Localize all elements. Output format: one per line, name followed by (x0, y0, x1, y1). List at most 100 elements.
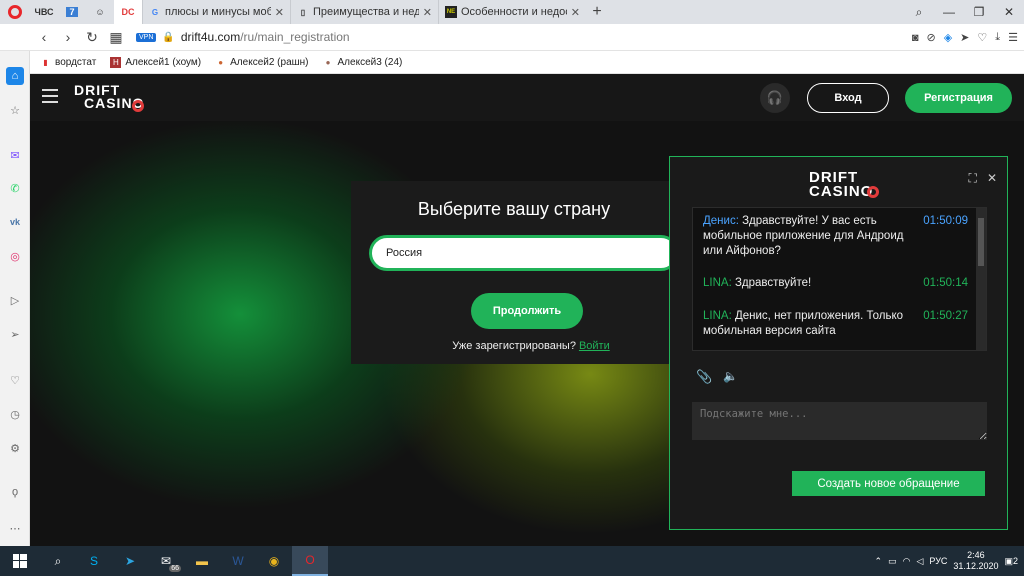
login-button[interactable]: Вход (807, 83, 889, 113)
chat-message: 01:50:09 Денис: Здравствуйте! У вас есть… (703, 215, 968, 257)
restore-icon[interactable]: ❐ (964, 5, 994, 19)
folder-icon[interactable]: ▬ (184, 546, 220, 576)
word-icon[interactable]: W (220, 546, 256, 576)
volume-icon[interactable]: ◁ (916, 556, 923, 567)
register-button[interactable]: Регистрация (905, 83, 1012, 113)
chevron-up-icon[interactable]: ⌃ (875, 556, 883, 567)
send-icon[interactable]: ➢ (6, 325, 24, 343)
menu-icon[interactable] (42, 89, 58, 103)
shield-icon[interactable]: ◈ (944, 31, 952, 44)
pinned-tab-4[interactable]: DC (114, 0, 142, 24)
mail-icon[interactable]: ✉ 66 (148, 546, 184, 576)
pinned-tab-1[interactable]: ЧВС (30, 0, 58, 24)
history-icon[interactable]: ◷ (6, 405, 24, 423)
windows-taskbar: ⌕ S ➤ ✉ 66 ▬ W ◉ O ⌃ ▭ ◠ ◁ РУС 2:46 31.12.… (0, 546, 1024, 576)
star-icon[interactable]: ☆ (6, 101, 24, 119)
chrome-icon[interactable]: ◉ (256, 546, 292, 576)
pinned-tab-2[interactable]: 7 (58, 0, 86, 24)
already-registered-text: Уже зарегистрированы? Войти (452, 340, 610, 352)
vk-icon[interactable]: vk (6, 213, 24, 231)
lock-icon[interactable]: 🔒 (162, 32, 174, 43)
continue-button[interactable]: Продолжить (471, 293, 583, 329)
chart-icon: ▮ (43, 57, 48, 67)
bookmarks-bar: ▮ вордстат H Алексей1 (хоум) ● Алексей2 (ра… (30, 51, 1024, 74)
lightbulb-icon[interactable]: ϙ (6, 483, 24, 501)
close-tab-icon[interactable]: ✕ (571, 6, 580, 19)
support-headset-icon[interactable]: 🎧 (760, 83, 790, 113)
close-tab-icon[interactable]: ✕ (423, 6, 432, 19)
avatar-icon: ● (218, 57, 224, 67)
camera-icon[interactable]: ◙ (912, 32, 919, 44)
search-tabs-icon[interactable]: ⌕ (904, 5, 934, 20)
search-icon[interactable]: ⌕ (40, 546, 76, 576)
ne-site-icon: NE (445, 6, 457, 18)
browser-tab-bar: ЧВС 7 ☺ DC G плюсы и минусы мобильн ✕ ▯ … (0, 0, 1024, 24)
language-indicator[interactable]: РУС (929, 556, 947, 566)
paperclip-icon[interactable]: 📎 (696, 369, 712, 385)
player-icon[interactable]: ▷ (6, 291, 24, 309)
back-icon[interactable]: ‹ (32, 29, 56, 45)
instagram-icon[interactable]: ◎ (6, 247, 24, 265)
chat-scrollbar[interactable] (976, 208, 986, 350)
settings-icon[interactable]: ⚙ (6, 439, 24, 457)
chat-message: 01:50:27 LINA: Денис, нет приложения. То… (703, 310, 968, 337)
country-select-input[interactable]: Россия (369, 235, 679, 271)
forward-icon[interactable]: › (56, 29, 80, 45)
tab-2[interactable]: ▯ Преимущества и недостат ✕ (290, 0, 438, 24)
network-icon[interactable]: ▭ (888, 556, 897, 567)
hs-icon: H (110, 56, 122, 68)
new-tab-button[interactable]: + (586, 3, 608, 21)
close-window-icon[interactable]: ✕ (994, 5, 1024, 19)
chat-message-input[interactable] (692, 402, 987, 440)
skype-icon[interactable]: S (76, 546, 112, 576)
country-select-dialog: Выберите вашу страну Россия Продолжить У… (351, 181, 679, 364)
chat-message: 01:50:14 LINA: Здравствуйте! (703, 277, 968, 289)
adblock-icon[interactable]: ⊘ (926, 31, 935, 44)
bookmark-alexey3[interactable]: ● Алексей3 (24) (323, 57, 403, 68)
easy-setup-icon[interactable]: ☰ (1008, 31, 1018, 44)
url-field[interactable]: drift4u.com/ru/main_registration (181, 30, 350, 44)
vpn-badge[interactable]: VPN (136, 32, 157, 42)
opera-menu-icon[interactable] (0, 0, 30, 24)
notifications-icon[interactable]: ▣2 (1004, 556, 1018, 567)
support-chat-widget: DRIFT CASINO ⛶ ✕ 01:50:09 Денис: Здравст… (669, 156, 1008, 530)
bookmark-alexey2[interactable]: ● Алексей2 (рашн) (215, 57, 308, 68)
telegram-icon[interactable]: ➤ (112, 546, 148, 576)
chat-messages[interactable]: 01:50:09 Денис: Здравствуйте! У вас есть… (692, 207, 987, 351)
expand-icon[interactable]: ⛶ (969, 171, 977, 186)
home-icon[interactable]: ⌂ (6, 67, 24, 85)
whatsapp-icon[interactable]: ✆ (6, 179, 24, 197)
page-viewport: DRIFT CASINO 🎧 Вход Регистрация Выберите… (30, 74, 1024, 546)
send-icon[interactable]: ➤ (960, 31, 969, 44)
download-icon[interactable]: ⤓ (995, 31, 1000, 44)
document-icon: ▯ (300, 7, 306, 17)
pinned-tab-3[interactable]: ☺ (86, 0, 114, 24)
new-ticket-button[interactable]: Создать новое обращение (792, 471, 985, 496)
opera-icon[interactable]: O (292, 546, 328, 576)
speaker-icon[interactable]: 🔈 (723, 369, 738, 383)
window-controls: ⌕ — ❐ ✕ (904, 0, 1024, 24)
close-tab-icon[interactable]: ✕ (275, 6, 284, 19)
close-icon[interactable]: ✕ (987, 171, 997, 186)
tab-1[interactable]: G плюсы и минусы мобильн ✕ (142, 0, 290, 24)
heart-icon[interactable]: ♡ (6, 371, 24, 389)
drift-casino-logo[interactable]: DRIFT CASINO (74, 83, 144, 114)
reload-icon[interactable]: ↻ (80, 29, 104, 46)
site-header: DRIFT CASINO 🎧 Вход Регистрация (30, 74, 1024, 121)
minimize-icon[interactable]: — (934, 5, 964, 19)
clock[interactable]: 2:46 31.12.2020 (953, 550, 998, 572)
tabs-grid-icon[interactable]: ▦ (104, 29, 128, 46)
heart-icon[interactable]: ♡ (977, 31, 987, 44)
chat-logo: DRIFT CASINO (809, 170, 889, 203)
google-icon: G (151, 7, 159, 17)
messenger-icon[interactable]: ✉ (6, 146, 24, 164)
opera-sidebar: ⌂ ☆ ✉ ✆ vk ◎ ▷ ➢ ♡ ◷ ⚙ ϙ ⋯ (0, 51, 30, 546)
tab-3[interactable]: NE Особенности и недостатк ✕ (438, 0, 586, 24)
login-link[interactable]: Войти (579, 340, 610, 352)
bookmark-alexey1[interactable]: H Алексей1 (хоум) (110, 56, 201, 68)
wifi-icon[interactable]: ◠ (903, 556, 911, 567)
chat-controls: ⛶ ✕ (969, 171, 997, 186)
windows-start-icon[interactable] (0, 546, 40, 576)
more-icon[interactable]: ⋯ (6, 519, 24, 537)
bookmark-wordstat[interactable]: ▮ вордстат (40, 57, 96, 68)
